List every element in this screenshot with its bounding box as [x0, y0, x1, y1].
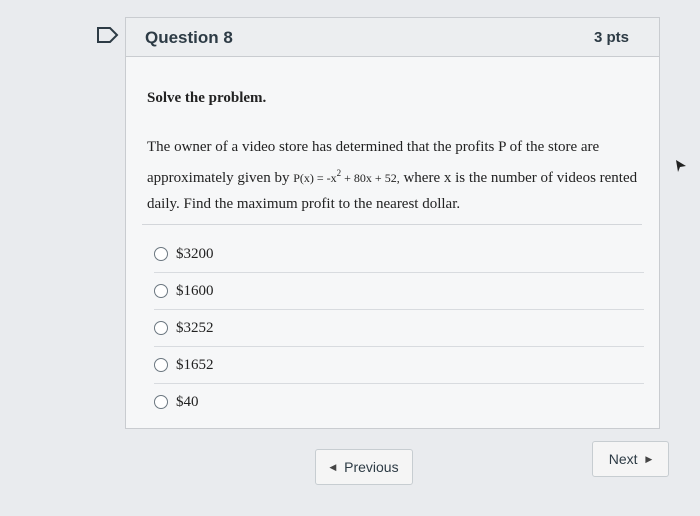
question-text: The owner of a video store has determine…	[147, 134, 647, 217]
question-formula: P(x) = -x2 + 80x + 52,	[293, 168, 400, 185]
radio-button[interactable]	[154, 321, 168, 335]
answer-label: $1600	[176, 282, 214, 299]
next-button[interactable]: Next ▶	[592, 441, 669, 477]
question-points: 3 pts	[593, 29, 629, 46]
caret-left-icon: ◀	[329, 461, 337, 472]
answer-option[interactable]: $1652	[154, 347, 644, 384]
mouse-cursor-icon	[676, 160, 686, 172]
question-header: Question 8 3 pts	[126, 18, 659, 57]
next-label: Next	[608, 451, 638, 467]
answer-label: $3200	[176, 245, 214, 262]
answer-option[interactable]: $3252	[154, 310, 644, 347]
divider	[142, 224, 642, 225]
previous-label: Previous	[344, 459, 399, 475]
radio-button[interactable]	[154, 284, 168, 298]
answer-option[interactable]: $40	[154, 384, 644, 420]
answer-option[interactable]: $3200	[154, 236, 644, 273]
flag-question-icon[interactable]	[96, 26, 120, 44]
answer-label: $40	[176, 393, 199, 410]
radio-button[interactable]	[154, 395, 168, 409]
radio-button[interactable]	[154, 358, 168, 372]
question-title: Question 8	[145, 28, 233, 47]
answer-option[interactable]: $1600	[154, 273, 644, 310]
question-instructions: Solve the problem.	[147, 90, 267, 106]
previous-button[interactable]: ◀ Previous	[315, 449, 413, 485]
answer-label: $1652	[176, 356, 214, 373]
answer-list: $3200 $1600 $3252 $1652 $40	[154, 236, 644, 420]
question-card: Question 8 3 pts Solve the problem. The …	[125, 17, 660, 429]
answer-label: $3252	[176, 319, 214, 336]
caret-right-icon: ▶	[645, 453, 653, 464]
radio-button[interactable]	[154, 247, 168, 261]
